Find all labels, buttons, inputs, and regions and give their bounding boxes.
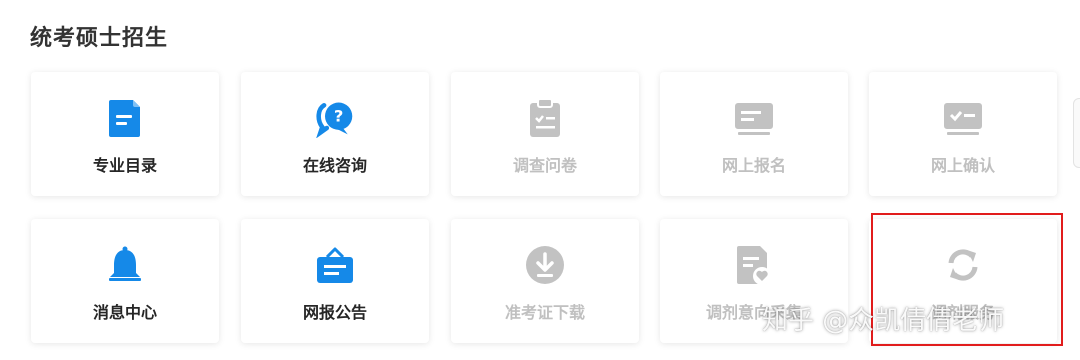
side-scroll-tab[interactable] <box>1073 98 1080 168</box>
card-label: 调剂服务 <box>930 303 995 322</box>
card-label: 准考证下载 <box>504 303 585 322</box>
card-label: 在线咨询 <box>302 156 367 175</box>
card-major-catalog[interactable]: 专业目录 <box>31 72 219 196</box>
card-label: 调剂意向采集 <box>705 303 802 322</box>
card-online-registration[interactable]: 网上报名 <box>660 72 848 196</box>
monitor-check-icon <box>943 98 983 138</box>
card-label: 专业目录 <box>92 156 157 175</box>
notice-board-icon <box>315 245 355 285</box>
section-title: 统考硕士招生 <box>30 26 169 51</box>
card-online-confirmation[interactable]: 网上确认 <box>869 72 1057 196</box>
card-label: 调查问卷 <box>512 156 577 175</box>
download-icon <box>525 245 565 285</box>
document-icon <box>105 98 145 138</box>
document-heart-icon <box>734 245 774 285</box>
card-label: 网上报名 <box>721 156 786 175</box>
card-admission-ticket-download[interactable]: 准考证下载 <box>451 219 639 343</box>
refresh-icon <box>943 245 983 285</box>
card-message-center[interactable]: 消息中心 <box>31 219 219 343</box>
card-survey[interactable]: 调查问卷 <box>451 72 639 196</box>
svg-text:?: ? <box>334 107 344 126</box>
card-label: 网报公告 <box>302 303 367 322</box>
card-registration-notice[interactable]: 网报公告 <box>241 219 429 343</box>
clipboard-check-icon <box>525 98 565 138</box>
card-label: 网上确认 <box>930 156 995 175</box>
card-adjustment-intent[interactable]: 调剂意向采集 <box>660 219 848 343</box>
monitor-form-icon <box>734 98 774 138</box>
card-adjustment-service[interactable]: 调剂服务 <box>869 213 1063 346</box>
card-label: 消息中心 <box>92 303 157 322</box>
card-online-consult[interactable]: ? 在线咨询 <box>241 72 429 196</box>
question-chat-icon: ? <box>315 98 355 138</box>
bell-icon <box>105 245 145 285</box>
